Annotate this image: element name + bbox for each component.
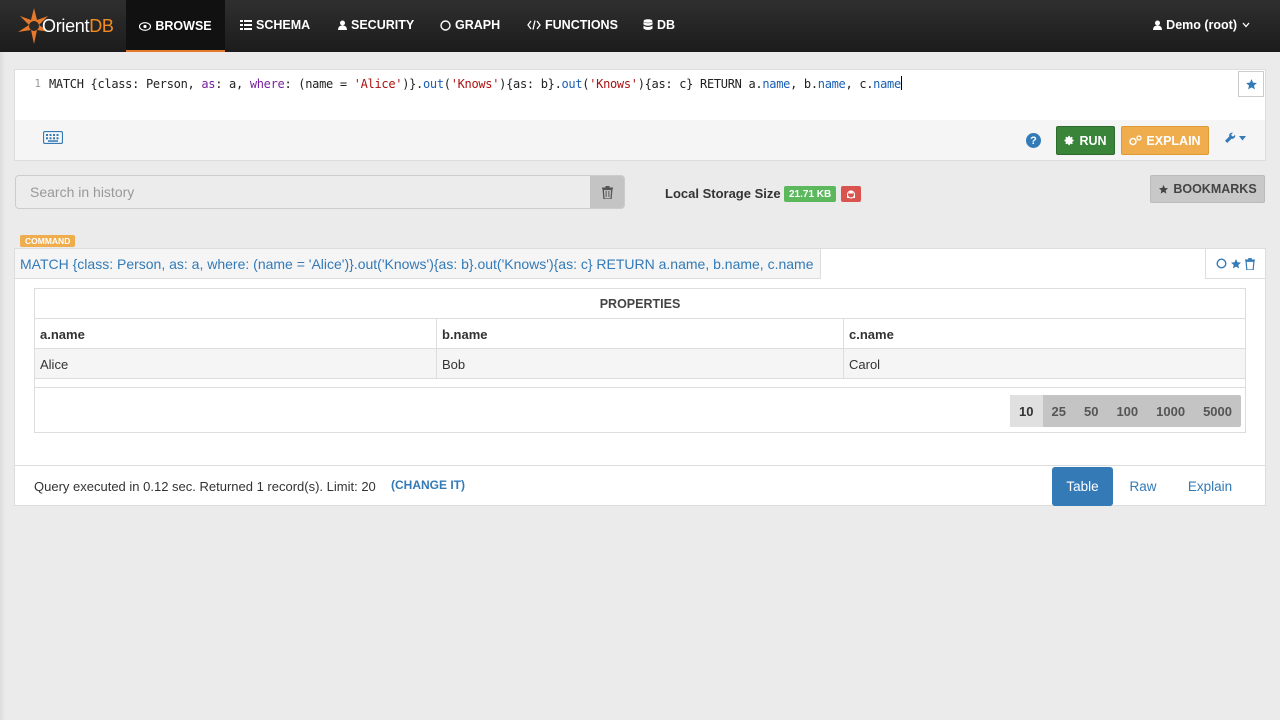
query-code[interactable]: MATCH {class: Person, as: a, where: (nam… (49, 76, 902, 91)
orientdb-logo[interactable]: OrientDB (14, 6, 114, 46)
explain-button-label: EXPLAIN (1146, 133, 1201, 148)
table-header-row: a.name b.name c.name (35, 319, 1245, 349)
nav-browse-label: BROWSE (155, 19, 212, 33)
query-status-text: Query executed in 0.12 sec. Returned 1 r… (34, 479, 376, 494)
clear-history-button[interactable] (590, 176, 624, 208)
nav-schema-label: SCHEMA (256, 18, 311, 32)
table-divider (35, 387, 1245, 388)
storage-size-badge: 21.71 KB (784, 186, 837, 202)
user-icon (338, 20, 347, 30)
trash-icon (601, 185, 613, 199)
settings-dropdown[interactable] (1224, 132, 1246, 144)
command-badge: COMMAND (20, 235, 76, 247)
circle-icon (440, 19, 451, 31)
bookmark-query-button[interactable] (1238, 71, 1264, 97)
nav-security-label: SECURITY (351, 18, 415, 32)
caret-down-icon (1239, 135, 1246, 141)
page-size-option[interactable]: 5000 (1194, 395, 1241, 427)
page-size-option[interactable]: 10 (1010, 395, 1043, 427)
text-cursor (900, 76, 902, 90)
circle-icon[interactable] (1216, 258, 1227, 269)
star-icon (1158, 184, 1169, 195)
user-name: Demo (root) (1166, 18, 1237, 32)
properties-header: PROPERTIES (35, 289, 1245, 319)
table-cell: Carol (849, 356, 881, 372)
result-table: PROPERTIES a.name b.name c.name Alice Bo… (34, 288, 1246, 433)
tab-table[interactable]: Table (1052, 467, 1113, 506)
nav-functions[interactable]: FUNCTIONS (527, 0, 618, 50)
page-size-option[interactable]: 50 (1075, 395, 1107, 427)
page-size-option[interactable]: 100 (1107, 395, 1147, 427)
nav-db[interactable]: DB (643, 0, 675, 50)
clear-storage-button[interactable] (841, 186, 861, 202)
wrench-icon (1224, 132, 1236, 144)
user-menu[interactable]: Demo (root) (1153, 0, 1250, 50)
run-button[interactable]: RUN (1056, 126, 1115, 155)
explain-button[interactable]: EXPLAIN (1121, 126, 1209, 155)
column-header[interactable]: b.name (437, 319, 844, 349)
history-search-input[interactable] (16, 176, 592, 208)
line-number: 1 (34, 77, 41, 90)
nav-graph-label: GRAPH (455, 18, 501, 32)
bookmarks-button-label: BOOKMARKS (1173, 182, 1257, 196)
left-edge-shadow (0, 52, 6, 720)
table-row[interactable]: Alice Bob Carol (35, 349, 1245, 379)
star-icon (1245, 78, 1258, 91)
page-size-option[interactable]: 1000 (1147, 395, 1194, 427)
gear-icon (1064, 135, 1075, 146)
nav-browse[interactable]: BROWSE (126, 0, 225, 52)
page-size-option[interactable]: 25 (1043, 395, 1075, 427)
bookmarks-button[interactable]: BOOKMARKS (1150, 175, 1265, 203)
nav-db-label: DB (657, 18, 676, 32)
database-icon (643, 19, 653, 31)
nav-functions-label: FUNCTIONS (545, 18, 618, 32)
table-cell: Alice (35, 349, 437, 379)
tab-explain[interactable]: Explain (1179, 467, 1241, 506)
keyboard-icon[interactable] (42, 130, 64, 147)
result-panel: MATCH {class: Person, as: a, where: (nam… (14, 248, 1266, 506)
nav-schema[interactable]: SCHEMA (240, 0, 310, 50)
change-limit-link[interactable]: (CHANGE IT) (391, 478, 465, 492)
history-search (15, 175, 625, 209)
user-icon (1153, 20, 1163, 30)
star-icon[interactable] (1230, 258, 1242, 270)
page-size-selector: 10 25 50 100 1000 5000 (1010, 395, 1241, 427)
eye-icon (139, 21, 152, 31)
trash-icon[interactable] (1245, 257, 1255, 270)
query-editor[interactable]: 1 MATCH {class: Person, as: a, where: (n… (15, 70, 1265, 120)
code-icon (527, 20, 541, 30)
recycle-icon (846, 189, 856, 199)
table-cell: Bob (437, 349, 844, 379)
chevron-down-icon (1242, 22, 1250, 28)
storage-size-label: Local Storage Size (665, 186, 781, 201)
help-icon[interactable]: ? (1026, 133, 1041, 148)
column-header[interactable]: c.name (844, 319, 1245, 349)
result-footer-divider (15, 465, 1265, 466)
logo-wordmark: OrientDB (42, 16, 114, 36)
gears-icon (1129, 135, 1143, 146)
result-query-title[interactable]: MATCH {class: Person, as: a, where: (nam… (15, 249, 821, 279)
run-button-label: RUN (1079, 133, 1107, 148)
tab-raw[interactable]: Raw (1122, 467, 1164, 506)
top-navbar: OrientDB BROWSE SCHEMA SECURITY GRAPH FU… (0, 0, 1280, 52)
nav-security[interactable]: SECURITY (338, 0, 414, 50)
column-header[interactable]: a.name (35, 319, 437, 349)
schema-icon (240, 20, 252, 30)
query-editor-panel: 1 MATCH {class: Person, as: a, where: (n… (14, 69, 1266, 161)
nav-graph[interactable]: GRAPH (440, 0, 500, 50)
result-actions (1205, 249, 1265, 279)
